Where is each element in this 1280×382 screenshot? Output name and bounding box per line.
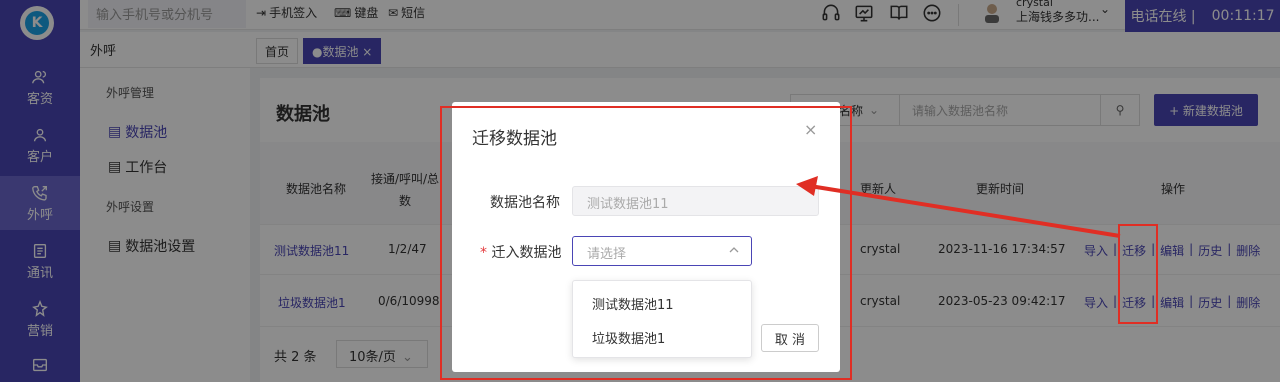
annotation-box-modal: [440, 106, 852, 380]
annotation-box-migrate: [1118, 224, 1158, 324]
